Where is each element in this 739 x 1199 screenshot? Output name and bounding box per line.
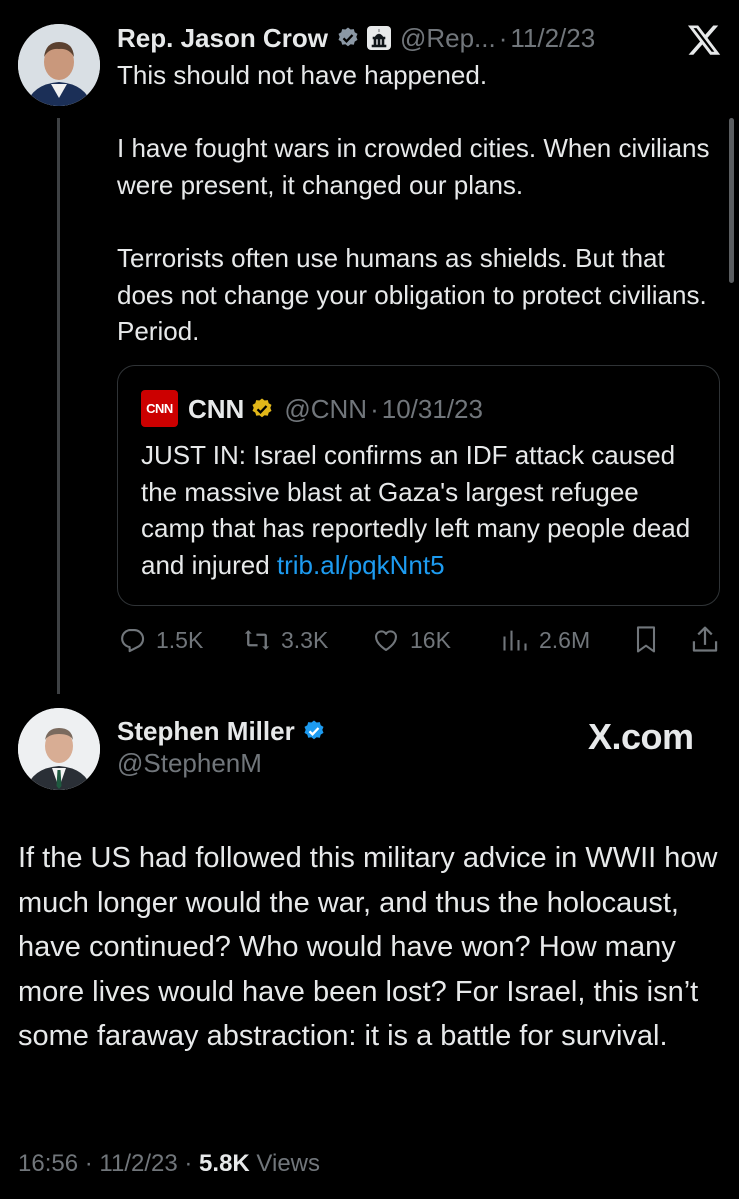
tweet-date[interactable]: 11/2/23 (510, 23, 595, 54)
quoted-tweet-link[interactable]: trib.al/pqkNnt5 (277, 550, 445, 580)
reply-tweet-meta: 16:56 · 11/2/23 · 5.8K Views (18, 1150, 320, 1178)
repost-count: 3.3K (281, 626, 329, 653)
like-icon (375, 630, 397, 651)
reply-author-handle[interactable]: @StephenM (117, 748, 262, 779)
reply-date[interactable]: 11/2/23 (99, 1150, 177, 1177)
like-button[interactable]: 16K (372, 623, 451, 657)
quoted-tweet-date[interactable]: 10/31/23 (382, 394, 483, 425)
avatar-stephen-miller[interactable] (18, 708, 100, 790)
views-icon (503, 630, 527, 651)
verified-badge-icon (302, 719, 326, 743)
share-icon[interactable] (690, 624, 720, 656)
reply-views-label: Views (256, 1150, 321, 1177)
reply-icon (121, 629, 145, 653)
separator-dot: · (184, 1150, 193, 1177)
reply-time[interactable]: 16:56 (18, 1150, 78, 1177)
views-count: 2.6M (539, 626, 591, 653)
repost-button[interactable]: 3.3K (243, 623, 328, 657)
reply-count: 1.5K (156, 626, 204, 653)
quoted-author-name[interactable]: CNN (188, 394, 244, 425)
reply-tweet-header: Stephen Miller (117, 712, 326, 750)
top-tweet-header: Rep. Jason Crow @Rep... · 11/2/23 (117, 20, 595, 56)
cnn-logo[interactable]: CNN (141, 390, 178, 427)
author-name[interactable]: Rep. Jason Crow (117, 23, 328, 54)
tweet-paragraph-1: This should not have happened. (117, 60, 488, 90)
tweet-paragraph-3: Terrorists often use humans as shields. … (117, 243, 714, 346)
x-logo-icon[interactable] (686, 22, 722, 58)
repost-icon (244, 630, 270, 650)
quoted-tweet-text: JUST IN: Israel confirms an IDF attack c… (141, 437, 706, 583)
tweet-paragraph-2: I have fought wars in crowded cities. Wh… (117, 133, 717, 200)
separator-dot: · (84, 1150, 93, 1177)
reply-views-count: 5.8K (199, 1150, 250, 1177)
verified-badge-icon (336, 26, 360, 50)
thread-connector-line (57, 118, 60, 694)
like-count: 16K (410, 626, 451, 653)
reply-button[interactable]: 1.5K (118, 623, 203, 657)
separator-dot: · (370, 393, 379, 424)
reply-author-name[interactable]: Stephen Miller (117, 716, 295, 747)
verified-badge-icon (250, 397, 274, 421)
scrollbar[interactable] (729, 118, 734, 283)
reply-tweet-text: If the US had followed this military adv… (18, 842, 718, 1052)
x-com-watermark: X.com (588, 716, 694, 757)
quoted-author-handle[interactable]: @CNN (284, 394, 367, 425)
quoted-tweet-header: CNN @CNN · 10/31/23 (188, 391, 483, 427)
separator-dot: · (498, 22, 508, 53)
bookmark-icon[interactable] (632, 624, 660, 656)
views-button[interactable]: 2.6M (501, 623, 590, 657)
avatar-jason-crow[interactable] (18, 24, 100, 106)
government-badge-icon (366, 25, 392, 51)
author-handle[interactable]: @Rep... (400, 23, 496, 54)
